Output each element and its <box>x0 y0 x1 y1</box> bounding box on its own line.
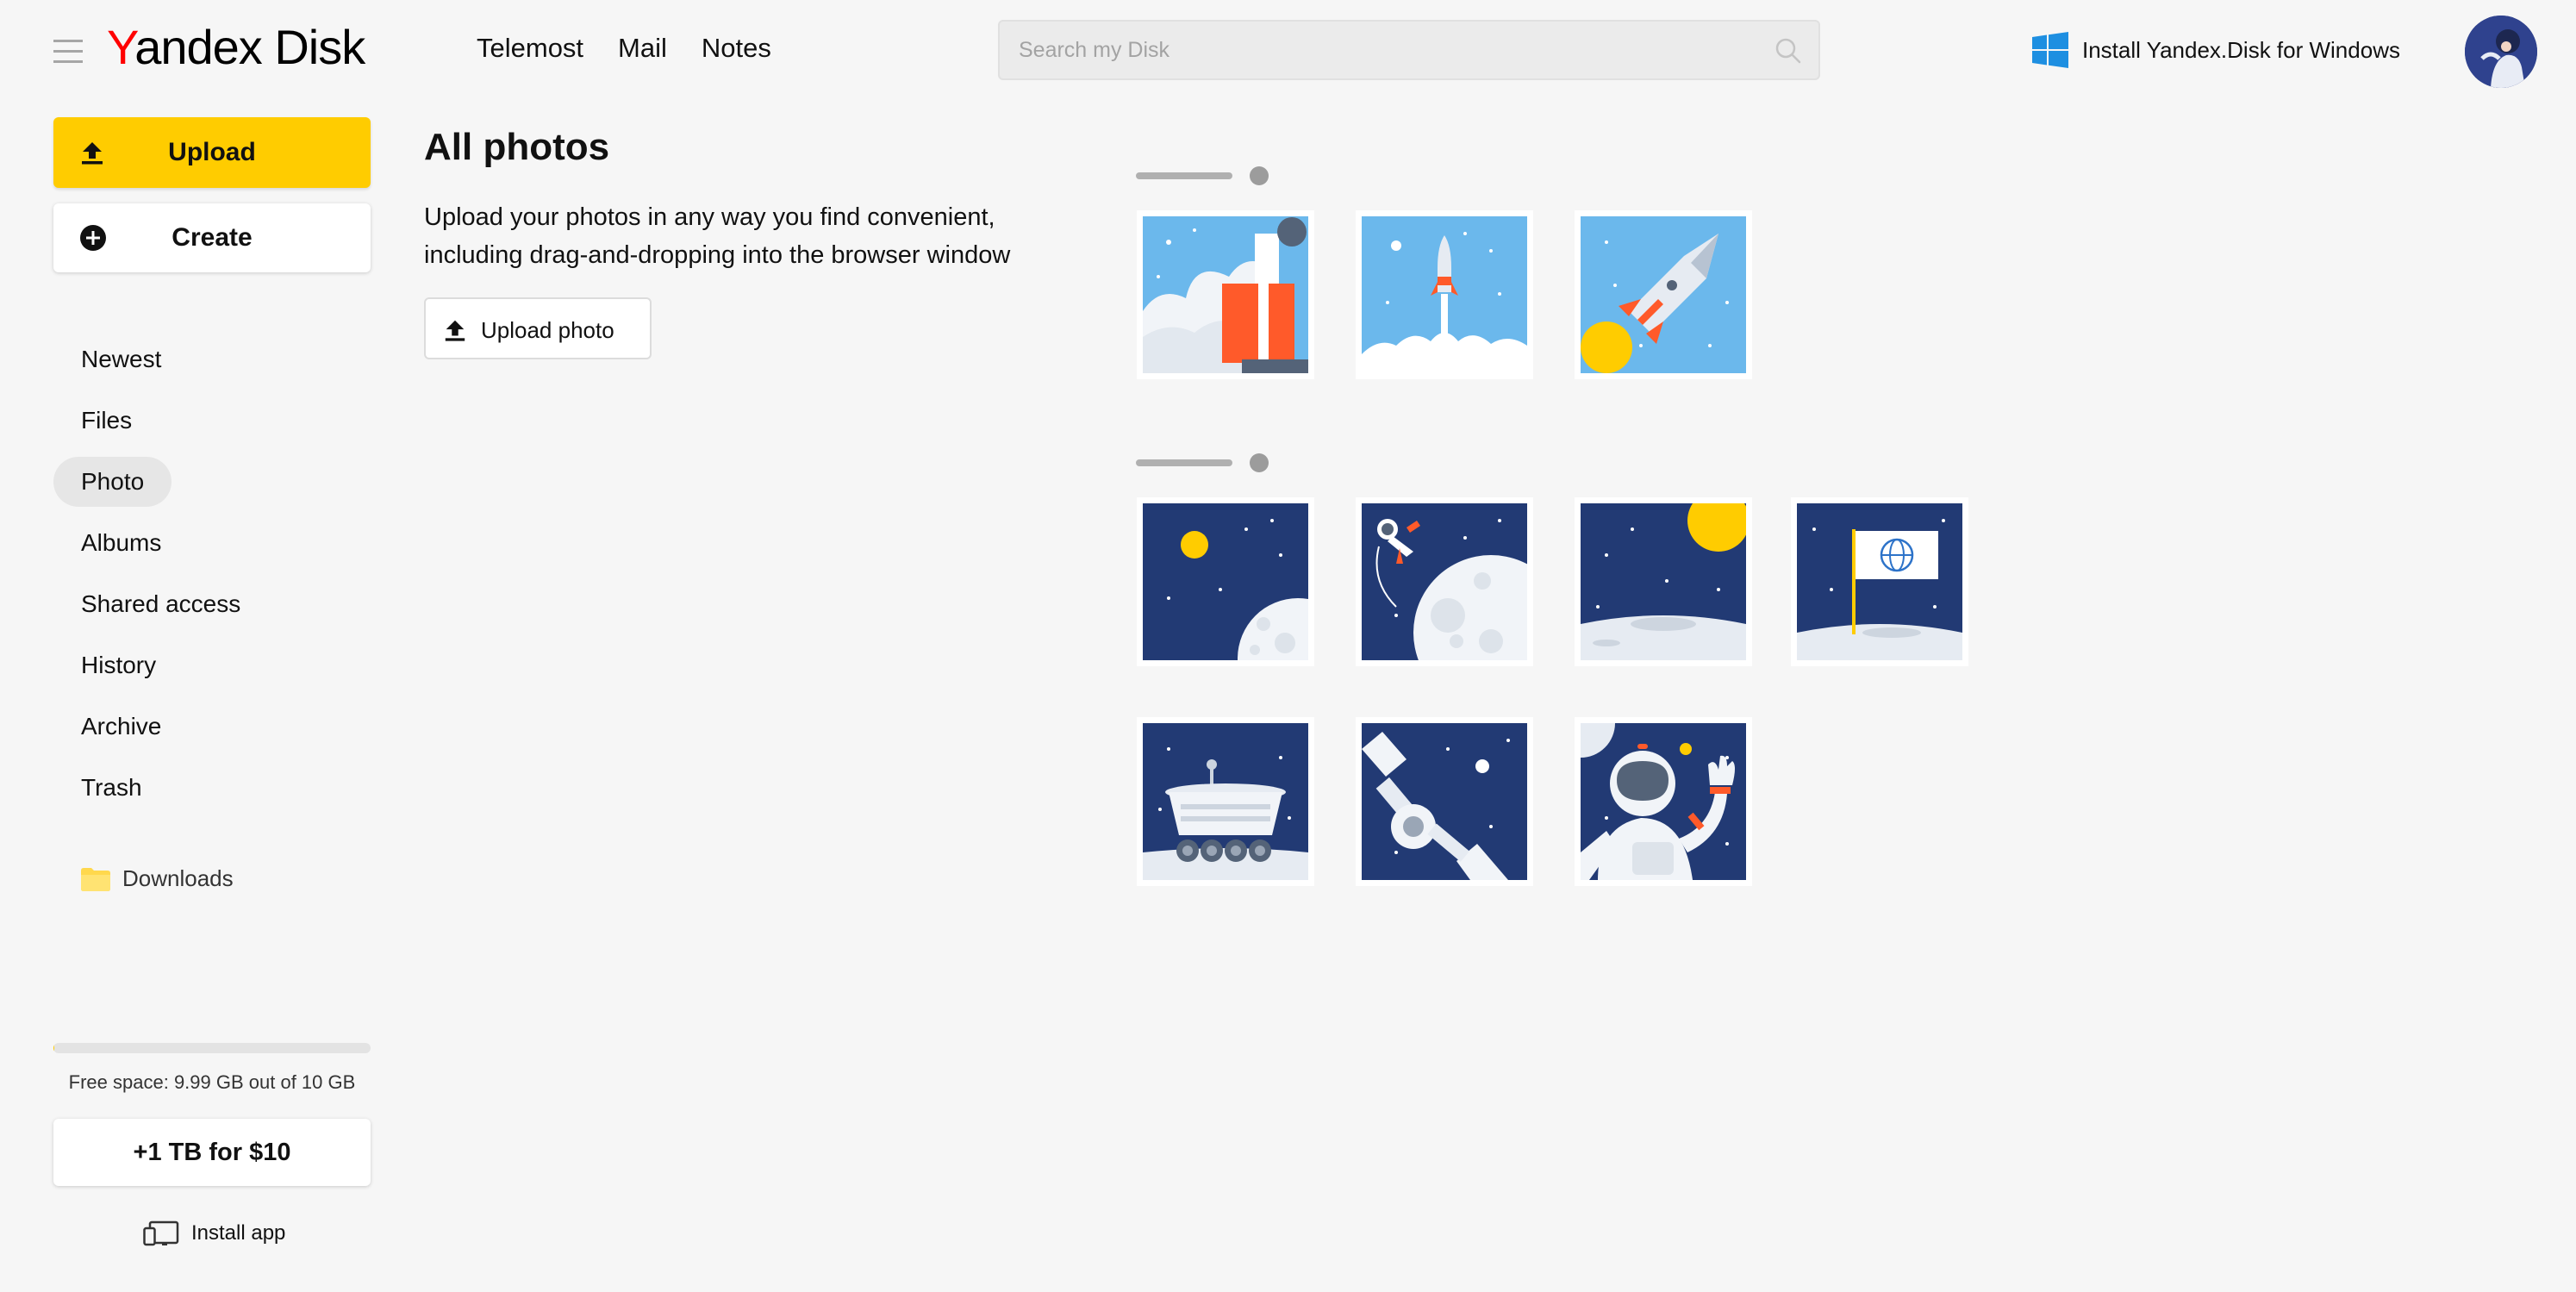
lunar-rover-image <box>1143 723 1308 880</box>
photo-thumbnail[interactable] <box>1575 717 1752 886</box>
sidebar-item-photo[interactable]: Photo <box>53 457 172 507</box>
logo-brand: andex <box>134 20 263 74</box>
folder-icon <box>81 867 110 891</box>
intro-text: Upload your photos in any way you find c… <box>424 198 1079 274</box>
rocket-liftoff-image <box>1362 216 1527 373</box>
nav-link-mail[interactable]: Mail <box>618 33 667 64</box>
create-button[interactable]: Create <box>53 203 371 272</box>
upload-button[interactable]: Upload <box>53 117 371 188</box>
intro-line-2: including drag-and-dropping into the bro… <box>424 241 1011 269</box>
windows-icon <box>2032 32 2068 68</box>
logo-letter: Y <box>107 20 135 74</box>
install-app-label: Install app <box>191 1221 286 1245</box>
moon-flag-image <box>1797 503 1962 660</box>
create-button-label: Create <box>172 223 253 252</box>
intro-line-1: Upload your photos in any way you find c… <box>424 203 995 231</box>
logo-product: Disk <box>274 20 365 74</box>
group-select-dot[interactable] <box>1250 166 1269 185</box>
sidebar-item-archive[interactable]: Archive <box>53 702 189 752</box>
lunar-horizon-image <box>1581 503 1746 660</box>
sidebar-nav: Newest Files Photo Albums Shared access … <box>53 334 371 824</box>
moon-and-sun-image <box>1143 503 1308 660</box>
rocket-flight-image <box>1581 216 1746 373</box>
top-nav: Telemost Mail Notes <box>477 33 771 64</box>
user-avatar[interactable] <box>2465 16 2537 88</box>
downloads-label: Downloads <box>122 865 234 891</box>
yandex-disk-logo[interactable]: Yandex Disk <box>107 19 365 79</box>
nav-link-telemost[interactable]: Telemost <box>477 33 583 64</box>
storage-text: Free space: 9.99 GB out of 10 GB <box>68 1071 356 1093</box>
photo-thumbnail[interactable] <box>1137 497 1314 666</box>
sidebar-item-history[interactable]: History <box>53 640 184 690</box>
launch-tower-image <box>1143 216 1308 373</box>
photo-thumbnail[interactable] <box>1575 210 1752 379</box>
photo-thumbnail[interactable] <box>1356 497 1533 666</box>
downloads-folder-link[interactable]: Downloads <box>81 865 234 892</box>
photo-thumbnail[interactable] <box>1356 210 1533 379</box>
nav-link-notes[interactable]: Notes <box>702 33 771 64</box>
search-bar <box>998 20 1820 80</box>
space-satellite-image <box>1362 723 1527 880</box>
photo-group-header[interactable] <box>1136 453 1269 472</box>
group-select-dot[interactable] <box>1250 453 1269 472</box>
upload-icon <box>445 320 465 341</box>
sidebar-item-shared-access[interactable]: Shared access <box>53 579 268 629</box>
search-input[interactable] <box>1019 22 1743 78</box>
menu-icon[interactable] <box>53 38 83 66</box>
sidebar-item-albums[interactable]: Albums <box>53 518 189 568</box>
sidebar-item-newest[interactable]: Newest <box>53 334 189 384</box>
astronaut-spacewalk-image <box>1362 503 1527 660</box>
install-windows-label: Install Yandex.Disk for Windows <box>2082 36 2400 63</box>
storage-progress-bar <box>53 1043 371 1053</box>
page-title: All photos <box>424 126 610 168</box>
photo-thumbnail[interactable] <box>1791 497 1968 666</box>
group-date-placeholder <box>1136 172 1232 179</box>
astronaut-waving-image <box>1581 723 1746 880</box>
yandex-disk-window: { "header": { "logo_letter": "Y", "logo_… <box>0 0 2576 1292</box>
install-app-link[interactable]: Install app <box>143 1220 285 1246</box>
group-date-placeholder <box>1136 459 1232 466</box>
install-windows-link[interactable]: Install Yandex.Disk for Windows <box>2032 29 2400 71</box>
devices-icon <box>143 1220 179 1246</box>
upload-photo-button[interactable]: Upload photo <box>424 297 652 359</box>
photo-thumbnail[interactable] <box>1137 210 1314 379</box>
sidebar-item-files[interactable]: Files <box>53 396 159 446</box>
photo-thumbnail[interactable] <box>1356 717 1533 886</box>
photo-thumbnail[interactable] <box>1575 497 1752 666</box>
photo-group-header[interactable] <box>1136 166 1269 185</box>
upload-photo-label: Upload photo <box>481 317 614 343</box>
upload-button-label: Upload <box>168 138 256 166</box>
search-icon[interactable] <box>1774 36 1803 66</box>
buy-storage-button[interactable]: +1 TB for $10 <box>53 1119 371 1186</box>
photo-thumbnail[interactable] <box>1137 717 1314 886</box>
sidebar-item-trash[interactable]: Trash <box>53 763 170 813</box>
